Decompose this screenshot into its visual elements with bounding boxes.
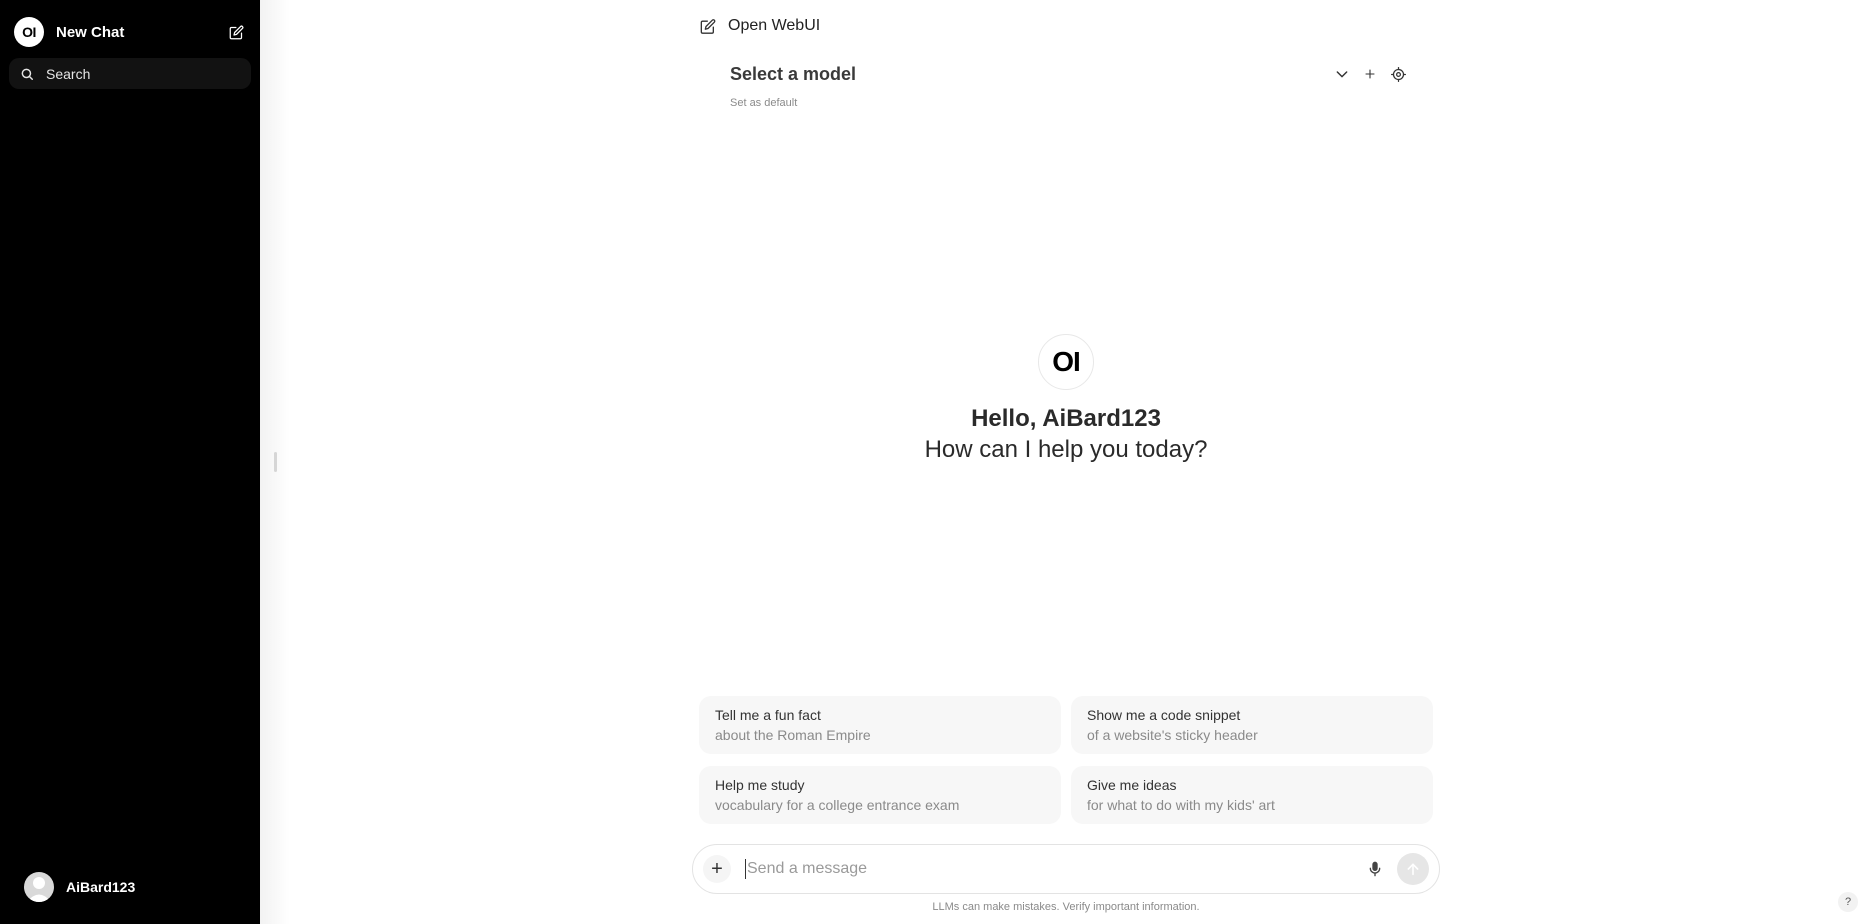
- search-label: Search: [46, 65, 91, 82]
- model-actions: [1334, 66, 1406, 82]
- user-name: AiBard123: [66, 879, 136, 895]
- model-select[interactable]: Select a model: [730, 64, 1334, 85]
- avatar: [24, 872, 54, 902]
- sidebar-search[interactable]: Search: [9, 58, 251, 89]
- suggestion-title: Tell me a fun fact: [715, 707, 821, 723]
- help-button[interactable]: ?: [1838, 892, 1858, 912]
- arrow-up-icon: [1407, 863, 1419, 876]
- suggestion-subtitle: about the Roman Empire: [715, 727, 871, 743]
- app-logo[interactable]: OI: [14, 17, 44, 47]
- top-bar: Open WebUI: [700, 14, 820, 38]
- edit-icon[interactable]: [700, 18, 716, 34]
- sidebar-resize-handle[interactable]: [274, 452, 277, 472]
- set-default-link[interactable]: Set as default: [730, 97, 797, 109]
- message-composer: +: [692, 844, 1440, 894]
- suggestion-card[interactable]: Tell me a fun fact about the Roman Empir…: [699, 696, 1061, 754]
- suggestion-subtitle: for what to do with my kids' art: [1087, 797, 1275, 813]
- send-button[interactable]: [1397, 853, 1429, 885]
- welcome-logo: OI: [1038, 334, 1094, 390]
- greeting-heading: Hello, AiBard123: [971, 405, 1161, 432]
- greeting-prompt: How can I help you today?: [924, 436, 1208, 463]
- suggestion-subtitle: of a website's sticky header: [1087, 727, 1258, 743]
- message-input[interactable]: [745, 859, 1365, 879]
- plus-icon[interactable]: [1362, 66, 1378, 82]
- sidebar-header: OI New Chat: [14, 17, 246, 47]
- new-chat-link[interactable]: New Chat: [56, 24, 226, 41]
- add-attachment-button[interactable]: +: [703, 855, 731, 883]
- sidebar: OI New Chat Search AiBard123: [0, 0, 260, 924]
- chevron-down-icon[interactable]: [1334, 66, 1350, 82]
- suggestion-card[interactable]: Give me ideas for what to do with my kid…: [1071, 766, 1433, 824]
- suggestion-card[interactable]: Help me study vocabulary for a college e…: [699, 766, 1061, 824]
- suggestion-title: Help me study: [715, 777, 805, 793]
- suggestion-title: Show me a code snippet: [1087, 707, 1241, 723]
- disclaimer-text: LLMs can make mistakes. Verify important…: [932, 901, 1200, 913]
- edit-icon[interactable]: [226, 22, 246, 42]
- gear-icon[interactable]: [1390, 66, 1406, 82]
- page-title: Open WebUI: [728, 17, 821, 34]
- search-icon: [20, 66, 36, 82]
- model-selector-row: Select a model: [730, 60, 1406, 88]
- suggestion-title: Give me ideas: [1087, 777, 1177, 793]
- suggestion-card[interactable]: Show me a code snippet of a website's st…: [1071, 696, 1433, 754]
- mic-icon[interactable]: [1365, 859, 1385, 879]
- user-menu[interactable]: AiBard123: [24, 872, 135, 902]
- suggestion-subtitle: vocabulary for a college entrance exam: [715, 797, 960, 813]
